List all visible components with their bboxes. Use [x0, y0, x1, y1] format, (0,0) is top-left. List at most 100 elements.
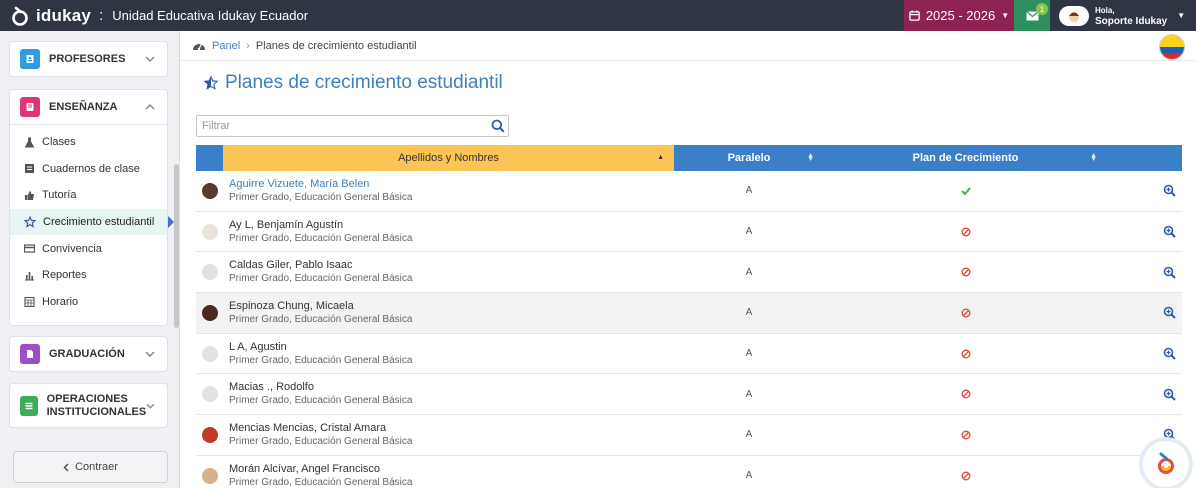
plan-status-cell	[824, 308, 1107, 318]
menu-operaciones-institucionales[interactable]: OPERACIONES INSTITUCIONALES	[9, 383, 168, 428]
sidebar-item-clases[interactable]: Clases	[10, 129, 167, 156]
plan-status-cell	[824, 430, 1107, 440]
sidebar-item-cuadernos[interactable]: Cuadernos de clase	[10, 156, 167, 183]
student-cell: Morán Alcívar, Angel Francisco Primer Gra…	[223, 462, 674, 488]
view-plan-cell	[1107, 225, 1182, 238]
id-badge-icon	[20, 49, 40, 69]
menu-title-ensenanza: ENSEÑANZA	[49, 100, 118, 113]
header-plan[interactable]: Plan de Crecimiento ▲ ▼	[824, 145, 1107, 171]
student-avatar-cell	[196, 304, 223, 321]
sidebar-item-label: Cuadernos de clase	[42, 162, 140, 175]
calendar-icon	[24, 297, 35, 308]
avatar	[201, 386, 218, 403]
idukay-logo-icon	[12, 6, 28, 26]
ban-icon	[961, 227, 970, 237]
filter-input[interactable]	[202, 120, 482, 132]
table-row[interactable]: Mencias Mencias, Cristal Amara Primer Gra…	[196, 415, 1182, 456]
avatar	[201, 304, 218, 321]
sidebar-item-horario[interactable]: Horario	[10, 289, 167, 316]
menu-title-graduacion: GRADUACIÓN	[49, 347, 125, 360]
sort-icon: ▲ ▼	[807, 152, 814, 163]
page-title-text: Planes de crecimiento estudiantil	[225, 72, 503, 93]
header-label: Apellidos y Nombres	[398, 152, 499, 164]
plan-status-cell	[824, 389, 1107, 399]
zoom-in-icon[interactable]	[1163, 266, 1176, 279]
sidebar-item-convivencia[interactable]: Convivencia	[10, 235, 167, 262]
zoom-in-icon[interactable]	[1163, 225, 1176, 238]
zoom-in-icon[interactable]	[1163, 347, 1176, 360]
sort-icon: ▲ ▼	[1090, 152, 1097, 163]
user-menu[interactable]: Hola, Soporte Idukay ▼	[1050, 0, 1196, 31]
brand-separator: :	[99, 7, 104, 24]
view-plan-cell	[1107, 306, 1182, 320]
help-chat-button[interactable]	[1143, 441, 1189, 487]
table-row[interactable]: Ay L, Benjamín Agustín Primer Grado, Educ…	[196, 212, 1182, 253]
student-name[interactable]: L A, Agustin	[229, 340, 674, 354]
idukay-logo-icon	[1158, 452, 1174, 474]
school-year-selector[interactable]: 2025 - 2026 ▼	[904, 0, 1014, 31]
table-row[interactable]: Espinoza Chung, Micaela Primer Grado, Edu…	[196, 293, 1182, 334]
brand[interactable]: idukay : Unidad Educativa Idukay Ecuador	[0, 6, 308, 26]
user-greeting: Hola,	[1095, 5, 1115, 15]
menu-graduacion[interactable]: GRADUACIÓN	[9, 336, 168, 372]
user-face-icon	[1069, 11, 1079, 22]
header-names[interactable]: Apellidos y Nombres ▲	[223, 145, 674, 171]
student-grade: Primer Grado, Educación General Básica	[229, 395, 413, 407]
student-name[interactable]: Macias ., Rodolfo	[229, 380, 674, 394]
student-name[interactable]: Caldas Giler, Pablo Isaac	[229, 258, 674, 272]
table-row[interactable]: L A, Agustin Primer Grado, Educación Gene…	[196, 334, 1182, 375]
check-icon	[960, 187, 971, 195]
student-name[interactable]: Ay L, Benjamín Agustín	[229, 218, 674, 232]
chevron-up-icon	[145, 104, 155, 110]
view-plan-cell	[1107, 428, 1182, 442]
table-row[interactable]: Macias ., Rodolfo Primer Grado, Educación…	[196, 374, 1182, 416]
student-name[interactable]: Espinoza Chung, Micaela	[229, 299, 674, 313]
breadcrumb-home-link[interactable]: Panel	[212, 40, 240, 52]
student-avatar-cell	[196, 386, 223, 403]
paralelo-cell: A	[745, 348, 753, 360]
student-name[interactable]: Morán Alcívar, Angel Francisco	[229, 462, 674, 476]
collapse-sidebar-button[interactable]: Contraer	[13, 451, 168, 483]
ensenanza-submenu: Clases Cuadernos de clase Tutoría Crecim…	[10, 124, 174, 316]
search-icon[interactable]	[491, 119, 505, 133]
student-name[interactable]: Mencias Mencias, Cristal Amara	[229, 421, 674, 435]
breadcrumb: Panel › Planes de crecimiento estudianti…	[181, 31, 1196, 61]
student-name[interactable]: Aguirre Vizuete, María Belen	[229, 177, 674, 191]
table-row[interactable]: Caldas Giler, Pablo Isaac Primer Grado, E…	[196, 252, 1182, 294]
ecuador-flag-icon[interactable]	[1159, 34, 1185, 60]
header-paralelo[interactable]: Paralelo ▲ ▼	[674, 145, 824, 171]
sidebar-scrollbar[interactable]	[174, 164, 179, 328]
sidebar-item-label: Crecimiento estudiantil	[43, 216, 155, 229]
sidebar-item-label: Clases	[42, 136, 76, 149]
sidebar-item-label: Reportes	[42, 269, 87, 282]
chevron-left-icon	[63, 462, 69, 472]
paralelo-cell: A	[745, 470, 753, 482]
breadcrumb-separator: ›	[246, 39, 250, 52]
table-row[interactable]: Morán Alcívar, Angel Francisco Primer Gra…	[196, 456, 1182, 488]
sidebar-item-label: Convivencia	[42, 242, 102, 255]
ban-icon	[961, 430, 970, 440]
paralelo-cell: A	[745, 185, 753, 197]
messages-button[interactable]: 1	[1014, 0, 1050, 31]
card-icon	[24, 244, 35, 253]
student-avatar-cell	[196, 264, 223, 281]
zoom-in-icon[interactable]	[1163, 184, 1176, 198]
student-grade: Primer Grado, Educación General Básica	[229, 313, 413, 325]
student-avatar-cell	[196, 426, 223, 443]
menu-profesores[interactable]: PROFESORES	[9, 41, 168, 77]
collapse-label: Contraer	[75, 461, 118, 473]
view-plan-cell	[1107, 184, 1182, 198]
menu-head-ensenanza[interactable]: ENSEÑANZA	[10, 90, 167, 124]
zoom-in-icon[interactable]	[1163, 306, 1176, 320]
table-row[interactable]: Aguirre Vizuete, María Belen Primer Grado…	[196, 171, 1182, 212]
sidebar-item-reportes[interactable]: Reportes	[10, 262, 167, 289]
zoom-in-icon[interactable]	[1163, 388, 1176, 401]
page-title: Planes de crecimiento estudiantil	[202, 72, 503, 94]
sidebar-item-crecimiento-estudiantil[interactable]: Crecimiento estudiantil	[10, 208, 174, 236]
student-cell: Macias ., Rodolfo Primer Grado, Educación…	[223, 380, 674, 408]
plan-status-cell	[824, 349, 1107, 359]
sidebar-item-tutoria[interactable]: Tutoría	[10, 182, 167, 209]
star-icon	[24, 216, 36, 228]
zoom-in-icon[interactable]	[1163, 428, 1176, 442]
calendar-icon	[909, 10, 920, 21]
